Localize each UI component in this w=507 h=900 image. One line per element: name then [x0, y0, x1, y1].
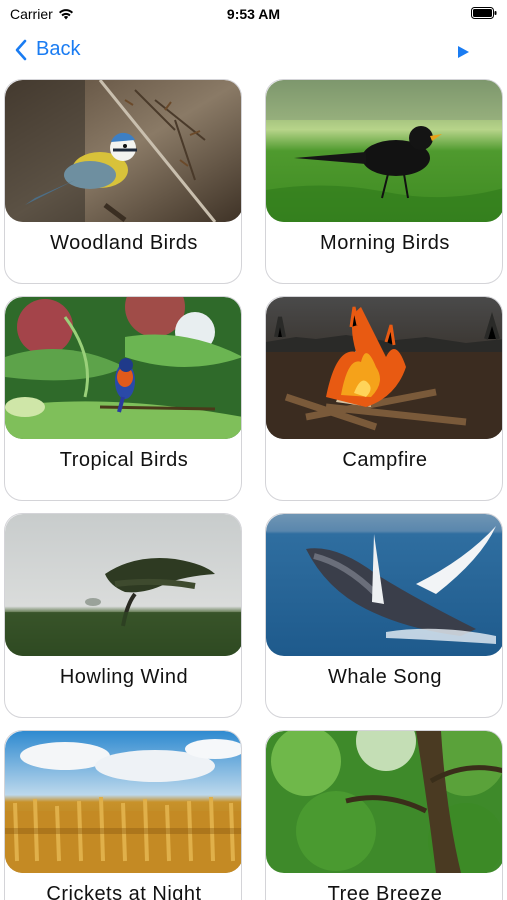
navigation-bar: Back	[0, 34, 507, 74]
card-title: Tree Breeze	[327, 883, 443, 900]
sound-card-crickets-at-night[interactable]: Crickets at Night	[4, 730, 242, 900]
card-title: Woodland Birds	[50, 232, 198, 254]
sound-card-morning-birds[interactable]: Morning Birds	[265, 79, 503, 284]
sound-card-woodland-birds[interactable]: Woodland Birds	[4, 79, 242, 284]
sound-card-tropical-birds[interactable]: Tropical Birds	[4, 296, 242, 501]
back-label: Back	[36, 38, 81, 60]
tropical-birds-image	[5, 297, 241, 439]
sound-card-howling-wind[interactable]: Howling Wind	[4, 513, 242, 718]
card-title: Crickets at Night	[46, 883, 202, 900]
howling-wind-image	[5, 514, 241, 656]
status-bar: Carrier 9:53 AM	[0, 0, 507, 28]
chevron-left-icon	[14, 39, 28, 61]
campfire-image	[266, 297, 502, 439]
morning-birds-image	[266, 80, 502, 222]
sound-grid: Woodland Birds Morning Birds Tropical Bi…	[0, 79, 507, 900]
card-title: Tropical Birds	[59, 449, 189, 471]
whale-song-image	[266, 514, 502, 656]
battery-icon	[471, 7, 497, 19]
card-title: Howling Wind	[59, 666, 189, 688]
play-button[interactable]	[455, 44, 471, 60]
sound-card-whale-song[interactable]: Whale Song	[265, 513, 503, 718]
woodland-birds-image	[5, 80, 241, 222]
tree-breeze-image	[266, 731, 502, 873]
card-title: Morning Birds	[320, 232, 450, 254]
card-title: Campfire	[342, 449, 428, 471]
crickets-at-night-image	[5, 731, 241, 873]
play-icon	[458, 46, 469, 58]
back-button[interactable]: Back	[14, 38, 80, 61]
status-time: 9:53 AM	[226, 6, 281, 22]
sound-card-campfire[interactable]: Campfire	[265, 296, 503, 501]
sound-card-tree-breeze[interactable]: Tree Breeze	[265, 730, 503, 900]
card-title: Whale Song	[328, 666, 442, 688]
